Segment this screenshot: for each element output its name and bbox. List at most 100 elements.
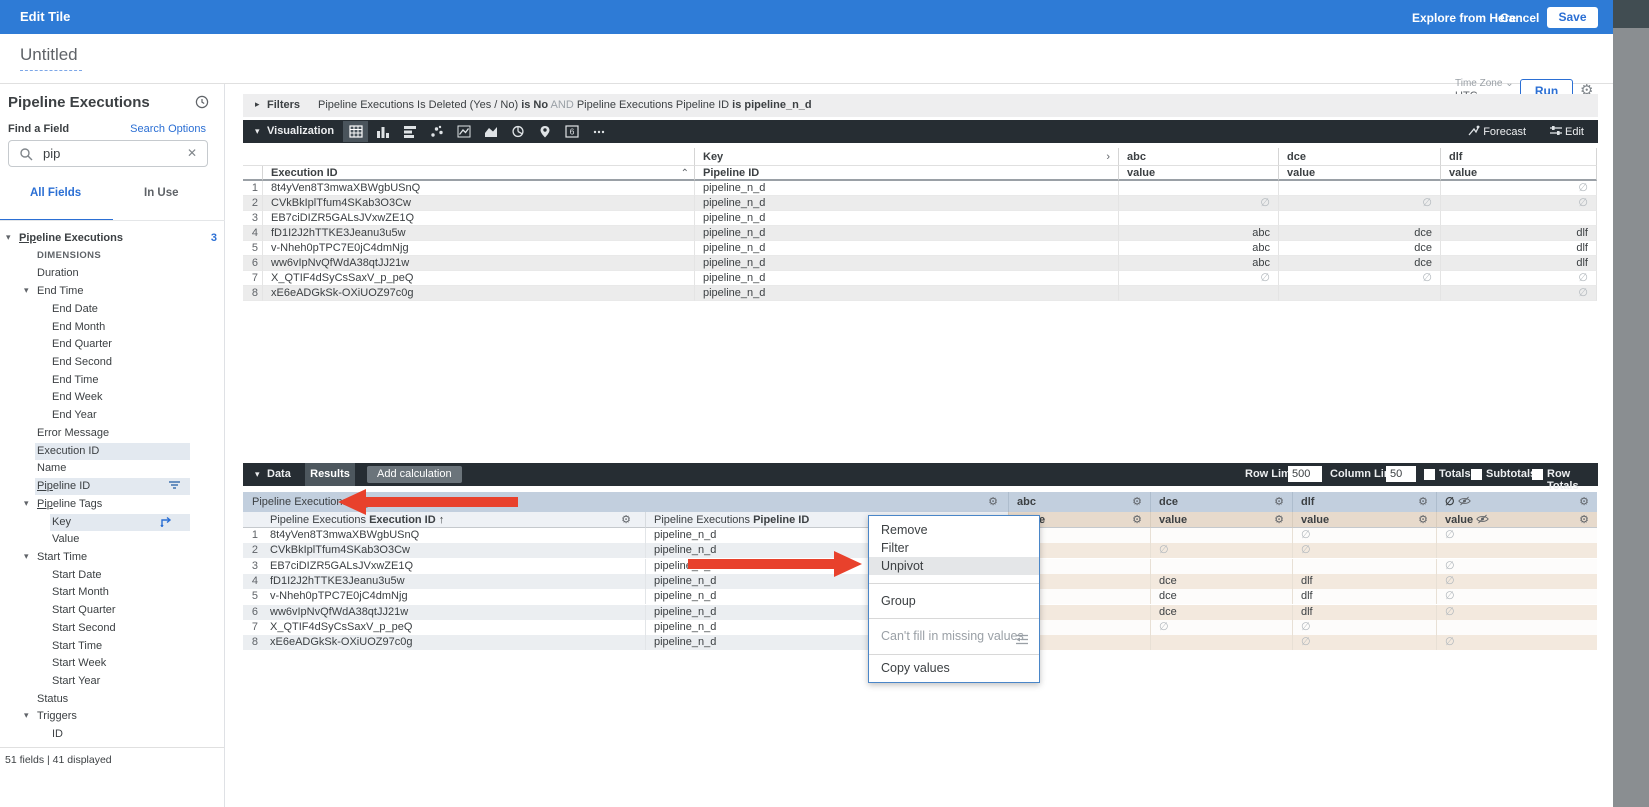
value-cell[interactable] (1436, 543, 1597, 558)
measure-header[interactable]: value⚙ (1292, 512, 1436, 528)
sidebar-field-pipeline-id[interactable]: Pipeline ID (0, 478, 225, 496)
execution-id-cell[interactable]: xE6eADGkSk-OXiUOZ97c0g (262, 286, 694, 301)
execution-id-cell[interactable]: 8t4yVen8T3mwaXBWgbUSnQ (262, 528, 645, 543)
execution-id-cell[interactable]: fD1I2J2hTTKE3Jeanu3u5w (262, 574, 645, 589)
value-cell[interactable]: dce (1278, 241, 1440, 256)
chevron-down-icon[interactable]: ▾ (24, 551, 29, 562)
filters-bar[interactable]: ▸ Filters Pipeline Executions Is Deleted… (243, 94, 1598, 117)
pivot-field-header[interactable]: Key› (694, 148, 1118, 166)
expand-filters-icon[interactable]: ▸ (255, 99, 260, 110)
value-cell[interactable] (1440, 211, 1597, 226)
value-cell[interactable]: ∅ (1118, 271, 1278, 286)
pivot-value-header[interactable]: abc⚙ (1008, 492, 1150, 512)
value-cell[interactable]: ∅ (1278, 271, 1440, 286)
pipeline-id-cell[interactable]: pipeline_n_d (694, 271, 1118, 286)
sidebar-field-pipeline-executions[interactable]: ▾Pipeline Executions3 (0, 230, 225, 248)
value-cell[interactable]: dlf (1292, 574, 1436, 589)
execution-id-cell[interactable]: X_QTIF4dSyCsSaxV_p_peQ (262, 620, 645, 635)
menu-item-remove[interactable]: Remove (869, 521, 1039, 539)
cancel-button[interactable]: Cancel (1500, 11, 1539, 25)
execution-id-cell[interactable]: xE6eADGkSk-OXiUOZ97c0g (262, 635, 645, 650)
value-cell[interactable]: ∅ (1436, 559, 1597, 574)
pipeline-id-header[interactable]: Pipeline ID (694, 166, 1118, 181)
sidebar-field-start-quarter[interactable]: Start Quarter (0, 602, 225, 620)
sidebar-field-end-year[interactable]: End Year (0, 407, 225, 425)
measure-header[interactable]: value (1118, 166, 1278, 181)
sidebar-field-triggers[interactable]: ▾Triggers (0, 708, 225, 726)
value-cell[interactable] (1118, 181, 1278, 196)
pivot-value-header[interactable]: dlf (1440, 148, 1597, 166)
checkbox-row-totals[interactable] (1532, 469, 1543, 480)
value-cell[interactable]: ∅ (1440, 286, 1597, 301)
menu-item-group[interactable]: Group (869, 592, 1039, 610)
sidebar-field-start-time[interactable]: Start Time (0, 638, 225, 656)
sidebar-field-end-time[interactable]: End Time (0, 372, 225, 390)
save-button[interactable]: Save (1547, 7, 1598, 28)
pipeline-id-cell[interactable]: pipeline_n_d (694, 226, 1118, 241)
row-limit-input[interactable] (1288, 466, 1322, 482)
sidebar-field-key[interactable]: Key (0, 514, 225, 532)
execution-id-cell[interactable]: X_QTIF4dSyCsSaxV_p_peQ (262, 271, 694, 286)
value-cell[interactable]: dlf (1292, 605, 1436, 620)
measure-header[interactable]: value ⚙ (1436, 512, 1597, 528)
sidebar-field-duration[interactable]: Duration (0, 265, 225, 283)
collapse-visualization-icon[interactable]: ▾ (255, 126, 260, 137)
value-cell[interactable] (1436, 620, 1597, 635)
edit-visualization-button[interactable]: Edit (1550, 125, 1584, 138)
value-cell[interactable]: ∅ (1150, 620, 1292, 635)
value-cell[interactable]: ∅ (1150, 543, 1292, 558)
pivot-icon[interactable] (160, 516, 173, 530)
sidebar-field-end-quarter[interactable]: End Quarter (0, 336, 225, 354)
execution-id-cell[interactable]: EB7ciDIZR5GALsJVxwZE1Q (262, 559, 645, 574)
sidebar-field-end-second[interactable]: End Second (0, 354, 225, 372)
execution-id-cell[interactable]: ww6vIpNvQfWdA38qtJJ21w (262, 256, 694, 271)
execution-id-cell[interactable]: CVkBkIplTfum4SKab3O3Cw (262, 543, 645, 558)
value-cell[interactable]: ∅ (1440, 271, 1597, 286)
value-cell[interactable]: abc (1118, 226, 1278, 241)
chevron-down-icon[interactable]: ▾ (24, 498, 29, 509)
sidebar-field-start-week[interactable]: Start Week (0, 655, 225, 673)
pipeline-id-cell[interactable]: pipeline_n_d (694, 256, 1118, 271)
sidebar-field-execution-id[interactable]: Execution ID (0, 443, 225, 461)
measure-header[interactable]: value⚙ (1150, 512, 1292, 528)
chevron-down-icon[interactable]: ▾ (24, 285, 29, 296)
value-cell[interactable] (1278, 211, 1440, 226)
sidebar-field-id[interactable]: ID (0, 726, 225, 744)
value-cell[interactable]: ∅ (1440, 196, 1597, 211)
sidebar-field-end-month[interactable]: End Month (0, 319, 225, 337)
value-cell[interactable] (1278, 286, 1440, 301)
value-cell[interactable]: dlf (1440, 226, 1597, 241)
sidebar-field-start-second[interactable]: Start Second (0, 620, 225, 638)
checkbox-subtotals[interactable] (1471, 469, 1482, 480)
value-cell[interactable]: ∅ (1118, 196, 1278, 211)
sidebar-field-end-time[interactable]: ▾End Time (0, 283, 225, 301)
value-cell[interactable]: dce (1150, 589, 1292, 604)
checkbox-totals[interactable] (1424, 469, 1435, 480)
value-cell[interactable] (1150, 559, 1292, 574)
sidebar-field-end-week[interactable]: End Week (0, 389, 225, 407)
sidebar-field-pipeline-tags[interactable]: ▾Pipeline Tags (0, 496, 225, 514)
pipeline-id-cell[interactable]: pipeline_n_d (694, 181, 1118, 196)
value-cell[interactable] (1278, 181, 1440, 196)
value-cell[interactable]: dce (1150, 605, 1292, 620)
value-cell[interactable]: ∅ (1440, 181, 1597, 196)
chevron-down-icon[interactable]: ▾ (24, 710, 29, 721)
menu-item-filter[interactable]: Filter (869, 539, 1039, 557)
pivot-value-header[interactable]: dce⚙ (1150, 492, 1292, 512)
viz-type-column-chart-icon[interactable] (370, 121, 395, 142)
sidebar-field-value[interactable]: Value (0, 531, 225, 549)
value-cell[interactable] (1292, 559, 1436, 574)
tab-results[interactable]: Results (305, 463, 355, 486)
sidebar-field-start-month[interactable]: Start Month (0, 584, 225, 602)
tile-title-input[interactable]: Untitled (20, 45, 82, 71)
value-cell[interactable] (1118, 286, 1278, 301)
sidebar-field-name[interactable]: Name (0, 460, 225, 478)
execution-id-cell[interactable]: 8t4yVen8T3mwaXBWgbUSnQ (262, 181, 694, 196)
sidebar-field-error-message[interactable]: Error Message (0, 425, 225, 443)
viz-type-table-icon[interactable] (343, 121, 368, 142)
timezone-label[interactable]: Time Zone ⌄ (1455, 78, 1514, 89)
pivot-value-header[interactable]: dce (1278, 148, 1440, 166)
value-cell[interactable]: ∅ (1436, 574, 1597, 589)
value-cell[interactable]: ∅ (1292, 635, 1436, 650)
pipeline-id-cell[interactable]: pipeline_n_d (694, 241, 1118, 256)
